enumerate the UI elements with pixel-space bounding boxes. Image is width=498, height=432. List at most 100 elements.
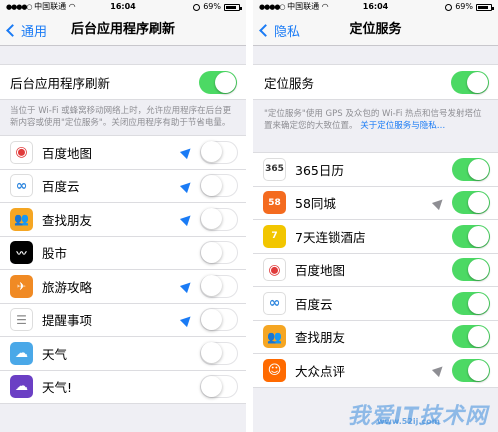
app-name: 百度云 [42, 179, 80, 195]
back-button[interactable]: 隐私 [259, 14, 300, 46]
app-name: 7天连锁酒店 [295, 229, 366, 245]
app-toggle[interactable] [452, 191, 490, 215]
baidu-map-icon: ◉ [10, 140, 33, 164]
app-name: 百度云 [295, 296, 333, 312]
app-row-0: 365 365日历 [253, 153, 498, 187]
battery-percent: 69% [455, 2, 473, 11]
status-bar: ●●●●○ 中国联通 ◠ 16:04 69% [0, 0, 246, 14]
app-toggle[interactable] [200, 308, 238, 332]
app-toggle[interactable] [200, 375, 238, 399]
battery-icon [476, 3, 494, 11]
7days-hotel-icon: 7 [263, 224, 286, 248]
master-toggle-label: 后台应用程序刷新 [10, 75, 111, 91]
app-name: 58同城 [295, 196, 336, 212]
app-name: 天气 [42, 346, 68, 362]
app-toggle[interactable] [452, 258, 490, 282]
watermark-url: www.52ij.com [377, 417, 440, 426]
app-row-5: 👥 查找朋友 [253, 320, 498, 354]
app-toggle[interactable] [200, 174, 238, 198]
app-row-1: 58 58同城 [253, 186, 498, 220]
nav-bar: 通用 后台应用程序刷新 [0, 14, 246, 46]
footer-description: "定位服务"使用 GPS 及众包的 Wi-Fi 热点和信号发射塔位置来确定您的大… [253, 100, 498, 152]
baidu-map-icon: ◉ [263, 258, 286, 282]
stocks-icon: 〰 [10, 241, 33, 265]
app-icon-badge: 365 [265, 164, 284, 175]
back-label: 隐私 [274, 24, 301, 40]
app-name: 百度地图 [42, 145, 93, 161]
app-row-4: ✈ 旅游攻略 [0, 270, 246, 304]
app-toggle[interactable] [452, 224, 490, 248]
alarm-icon [445, 3, 453, 11]
calendar365-icon: 365 [263, 157, 286, 181]
status-bar: ●●●●○ 中国联通 ◠ 16:04 69% [253, 0, 498, 14]
left-screen: ●●●●○ 中国联通 ◠ 16:04 69% 通用 后台应用程序刷新 后台应用程… [0, 0, 246, 432]
app-toggle[interactable] [200, 140, 238, 164]
app-name: 股市 [42, 246, 68, 262]
location-arrow-icon [431, 195, 447, 210]
app-toggle[interactable] [200, 241, 238, 265]
app-row-3: ◉ 百度地图 [253, 253, 498, 287]
location-services-toggle[interactable] [451, 70, 489, 94]
master-toggle-row: 后台应用程序刷新 [0, 64, 246, 100]
app-name: 查找朋友 [42, 212, 93, 228]
right-screen: ●●●●○ 中国联通 ◠ 16:04 69% 隐私 定位服务 定位服务 "定位服… [253, 0, 498, 432]
app-row-2: 7 7天连锁酒店 [253, 220, 498, 254]
app-toggle[interactable] [452, 157, 490, 181]
location-arrow-icon [179, 312, 195, 327]
back-label: 通用 [21, 24, 48, 40]
find-friends-icon: 👥 [10, 207, 33, 231]
app-row-7: ☁ 天气! [0, 370, 246, 404]
alarm-icon [193, 3, 201, 11]
app-row-6: ☺ 大众点评 [253, 354, 498, 388]
app-name: 天气! [42, 380, 73, 396]
app-row-1: ∞ 百度云 [0, 169, 246, 203]
app-name: 365日历 [295, 162, 344, 178]
app-name: 提醒事项 [42, 313, 93, 329]
app-list: ◉ 百度地图 ∞ 百度云 👥 查找朋友〰股市 ✈ 旅游攻略 ☰ 提醒事项 ☁ 天气 ☁ 天气! [0, 135, 246, 404]
location-arrow-icon [179, 145, 195, 160]
privacy-link[interactable]: 关于定位服务与隐私… [360, 121, 445, 131]
master-toggle-label: 定位服务 [264, 75, 315, 91]
58tongcheng-icon: 58 [263, 191, 286, 215]
app-toggle[interactable] [200, 207, 238, 231]
chevron-left-icon [259, 23, 272, 37]
app-icon-badge: 7 [271, 231, 278, 242]
location-arrow-icon [431, 363, 447, 378]
watermark-text: 我爱IT技术网 [347, 404, 488, 429]
app-row-0: ◉ 百度地图 [0, 136, 246, 170]
baidu-cloud-icon: ∞ [263, 291, 286, 315]
background-refresh-toggle[interactable] [199, 70, 237, 94]
location-arrow-icon [179, 178, 195, 193]
weather2-icon: ☁ [10, 375, 33, 399]
travel-guide-icon: ✈ [10, 274, 33, 298]
app-toggle[interactable] [452, 291, 490, 315]
app-toggle[interactable] [200, 341, 238, 365]
baidu-cloud-icon: ∞ [10, 174, 33, 198]
location-arrow-icon [179, 212, 195, 227]
app-name: 旅游攻略 [42, 279, 93, 295]
back-button[interactable]: 通用 [6, 14, 47, 46]
dianping-icon: ☺ [263, 358, 286, 382]
app-name: 百度地图 [295, 263, 346, 279]
battery-icon [224, 3, 242, 11]
app-row-5: ☰ 提醒事项 [0, 303, 246, 337]
app-row-3: 〰股市 [0, 236, 246, 270]
app-row-6: ☁ 天气 [0, 337, 246, 371]
app-row-2: 👥 查找朋友 [0, 203, 246, 237]
app-list: 365 365日历 58 58同城 7 7天连锁酒店 ◉ 百度地图 ∞ 百度云 👥 查找朋友 ☺ 大众点评 [253, 152, 498, 388]
chevron-left-icon [6, 23, 19, 37]
watermark: 我爱IT技术网 www.52ij.com [348, 398, 488, 430]
find-friends-icon: 👥 [263, 325, 286, 349]
battery-percent: 69% [203, 2, 221, 11]
location-arrow-icon [179, 279, 195, 294]
app-name: 查找朋友 [295, 330, 346, 346]
app-toggle[interactable] [452, 358, 490, 382]
reminders-icon: ☰ [10, 308, 33, 332]
nav-bar: 隐私 定位服务 [253, 14, 498, 46]
app-toggle[interactable] [452, 325, 490, 349]
footer-description: 当位于 Wi-Fi 或蜂窝移动网络上时，允许应用程序在后台更新内容或使用"定位服… [10, 106, 232, 128]
app-toggle[interactable] [200, 274, 238, 298]
app-row-4: ∞ 百度云 [253, 287, 498, 321]
weather-icon: ☁ [10, 341, 33, 365]
app-icon-badge: 58 [268, 197, 281, 208]
